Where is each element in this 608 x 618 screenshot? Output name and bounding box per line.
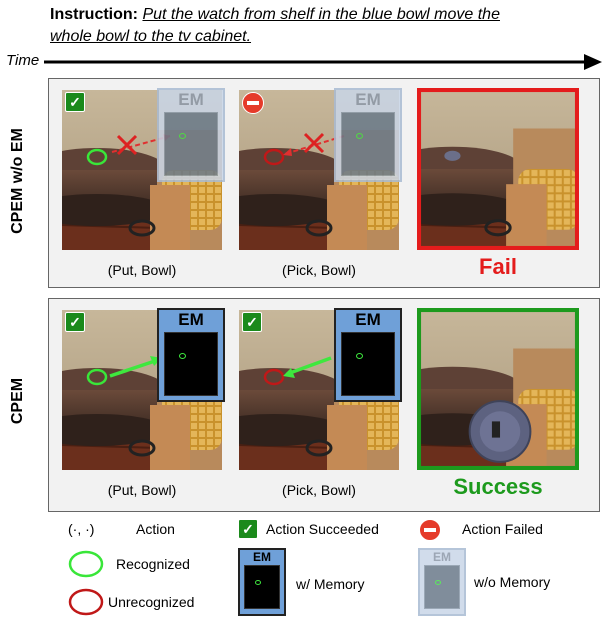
em-label: EM <box>178 310 204 329</box>
legend-without-memory: w/o Memory <box>474 574 551 590</box>
caption-row2-step2: (Pick, Bowl) <box>282 482 356 498</box>
instruction-label: Instruction: <box>50 6 138 23</box>
em-label: EM <box>355 310 381 329</box>
caption-row2-step1: (Put, Bowl) <box>107 482 177 498</box>
result-success: Success <box>453 474 543 499</box>
caption-row1-step1: (Put, Bowl) <box>107 262 177 278</box>
memory-marker <box>179 133 186 139</box>
legend-action-symbol: (·, ·) <box>68 521 95 537</box>
legend-with-memory: w/ Memory <box>296 576 365 592</box>
legend-succeeded: Action Succeeded <box>266 521 379 537</box>
em-box-without-memory: EM <box>157 88 225 182</box>
legend-failed: Action Failed <box>462 521 543 537</box>
em-box-with-memory: EM <box>334 308 402 402</box>
watch <box>491 421 501 438</box>
memory-marker <box>179 353 186 359</box>
bowl <box>444 150 461 161</box>
legend-em-without-memory: EM <box>418 548 466 616</box>
legend-recognized: Recognized <box>116 556 190 572</box>
failed-icon <box>242 92 264 114</box>
scene-row2-result <box>417 308 579 470</box>
em-label: EM <box>355 90 381 109</box>
legend-em-label: EM <box>433 550 451 564</box>
legend-action: Action <box>136 521 175 537</box>
time-arrow <box>44 54 602 70</box>
legend-failed-icon <box>419 519 441 541</box>
row-label-cpem-wo-em: CPEM w/o EM <box>9 128 26 234</box>
check-icon: ✓ <box>242 312 262 332</box>
result-fail: Fail <box>479 254 517 279</box>
instruction-text-line2: whole bowl to the tv cabinet. <box>50 28 252 45</box>
legend-unrecognized-circle <box>68 588 104 616</box>
em-label: EM <box>178 90 204 109</box>
legend-recognized-circle <box>68 550 104 578</box>
check-icon: ✓ <box>65 92 85 112</box>
instruction-text-line1: Put the watch from shelf in the blue bow… <box>142 6 500 23</box>
caption-row1-step2: (Pick, Bowl) <box>282 262 356 278</box>
em-box-without-memory: EM <box>334 88 402 182</box>
legend-check-icon: ✓ <box>238 519 258 539</box>
instruction: Instruction: Put the watch from shelf in… <box>50 4 600 48</box>
check-icon: ✓ <box>65 312 85 332</box>
time-label: Time <box>6 52 40 69</box>
memory-marker <box>356 133 363 139</box>
legend-unrecognized: Unrecognized <box>108 594 195 610</box>
row-label-cpem: CPEM <box>9 377 26 425</box>
legend-em-label: EM <box>253 550 271 564</box>
scene-row1-result <box>417 88 579 250</box>
em-box-with-memory: EM <box>157 308 225 402</box>
memory-marker <box>356 353 363 359</box>
legend-em-with-memory: EM <box>238 548 286 616</box>
